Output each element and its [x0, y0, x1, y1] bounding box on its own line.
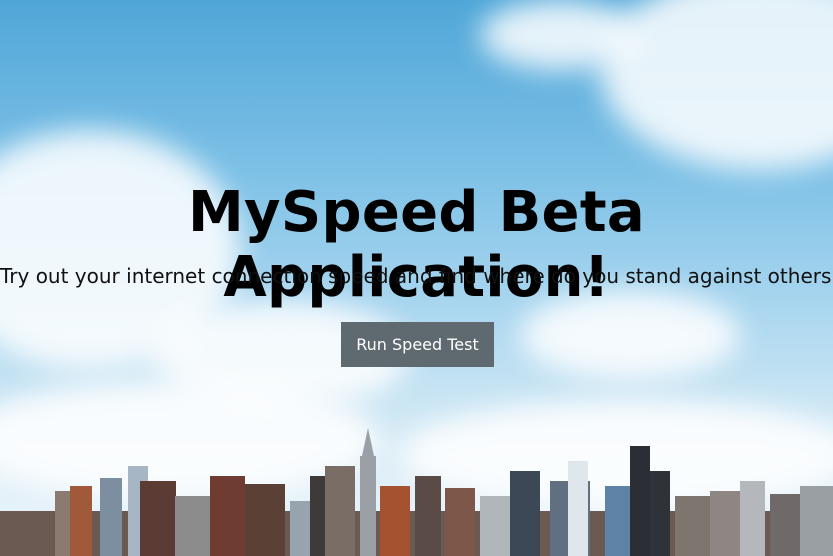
hero-section: MySpeed Beta Application! Try out your i… — [0, 0, 833, 556]
city-skyline — [0, 428, 833, 556]
page-title: MySpeed Beta Application! — [187, 180, 645, 310]
page-subtitle: Try out your internet connection speed a… — [0, 264, 833, 288]
run-speed-test-button[interactable]: Run Speed Test — [341, 322, 494, 367]
cloud — [480, 0, 640, 70]
